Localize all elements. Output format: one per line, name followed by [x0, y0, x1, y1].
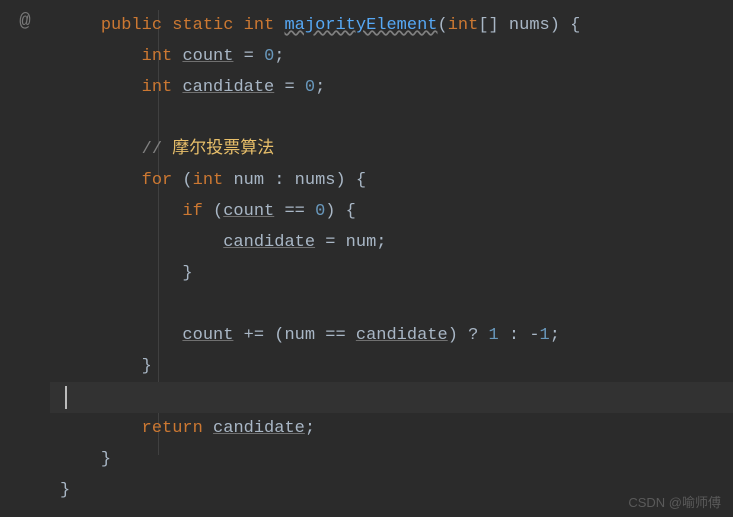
variable: num: [346, 233, 377, 252]
semicolon: ;: [274, 47, 284, 66]
brace: }: [60, 481, 70, 500]
semicolon: ;: [376, 233, 386, 252]
number: 1: [540, 326, 550, 345]
neg: -: [529, 326, 539, 345]
paren: ): [325, 202, 335, 221]
code-area[interactable]: public static int majorityElement(int[] …: [50, 0, 733, 517]
code-line: count += (num == candidate) ? 1 : -1;: [50, 320, 733, 351]
keyword: if: [182, 202, 202, 221]
number: 1: [489, 326, 499, 345]
ternary: ?: [458, 326, 489, 345]
code-line: }: [50, 258, 733, 289]
variable: candidate: [213, 419, 305, 438]
comment-text: 摩尔投票算法: [162, 140, 274, 159]
paren: (: [438, 16, 448, 35]
brace: {: [346, 171, 366, 190]
code-editor: @ public static int majorityElement(int[…: [0, 0, 733, 517]
watermark: CSDN @喻师傅: [628, 492, 721, 511]
paren: (: [203, 202, 223, 221]
colon: :: [499, 326, 530, 345]
operator: += (: [233, 326, 284, 345]
brace: {: [335, 202, 355, 221]
text-caret: [65, 386, 67, 409]
variable: count: [182, 326, 233, 345]
keyword: return: [142, 419, 203, 438]
keyword: for: [142, 171, 173, 190]
method-name: majorityElement: [284, 16, 437, 35]
code-line: candidate = num;: [50, 227, 733, 258]
variable: num: [284, 326, 315, 345]
number: 0: [315, 202, 325, 221]
semicolon: ;: [305, 419, 315, 438]
paren: ): [448, 326, 458, 345]
code-line: public static int majorityElement(int[] …: [50, 10, 733, 41]
annotation-gutter-icon[interactable]: @: [0, 10, 50, 32]
code-line: }: [50, 444, 733, 475]
param: nums: [509, 16, 550, 35]
brace: }: [142, 357, 152, 376]
keyword: int: [142, 47, 173, 66]
brace: {: [560, 16, 580, 35]
gutter: @: [0, 0, 50, 517]
variable: candidate: [182, 78, 274, 97]
text: []: [478, 16, 509, 35]
comment-slash: //: [142, 140, 162, 159]
keyword: public: [101, 16, 162, 35]
code-line: for (int num : nums) {: [50, 165, 733, 196]
paren: (: [172, 171, 192, 190]
operator: =: [274, 78, 305, 97]
variable: candidate: [223, 233, 315, 252]
variable: count: [182, 47, 233, 66]
brace: }: [182, 264, 192, 283]
keyword: int: [193, 171, 224, 190]
semicolon: ;: [550, 326, 560, 345]
number: 0: [264, 47, 274, 66]
semicolon: ;: [315, 78, 325, 97]
variable: nums: [295, 171, 336, 190]
variable: count: [223, 202, 274, 221]
code-line: if (count == 0) {: [50, 196, 733, 227]
code-line: int candidate = 0;: [50, 72, 733, 103]
code-line: int count = 0;: [50, 41, 733, 72]
paren: ): [335, 171, 345, 190]
variable: candidate: [356, 326, 448, 345]
keyword: int: [448, 16, 479, 35]
operator: =: [315, 233, 346, 252]
space: [203, 419, 213, 438]
code-line-current: [50, 382, 733, 413]
number: 0: [305, 78, 315, 97]
brace: }: [101, 450, 111, 469]
operator: ==: [315, 326, 356, 345]
code-line: return candidate;: [50, 413, 733, 444]
variable: num: [223, 171, 274, 190]
operator: =: [233, 47, 264, 66]
keyword: static: [172, 16, 233, 35]
code-line-empty: [50, 289, 733, 320]
code-line-empty: [50, 103, 733, 134]
keyword: int: [244, 16, 275, 35]
paren: ): [550, 16, 560, 35]
colon: :: [274, 171, 294, 190]
code-line: // 摩尔投票算法: [50, 134, 733, 165]
operator: ==: [274, 202, 315, 221]
keyword: int: [142, 78, 173, 97]
code-line: }: [50, 351, 733, 382]
